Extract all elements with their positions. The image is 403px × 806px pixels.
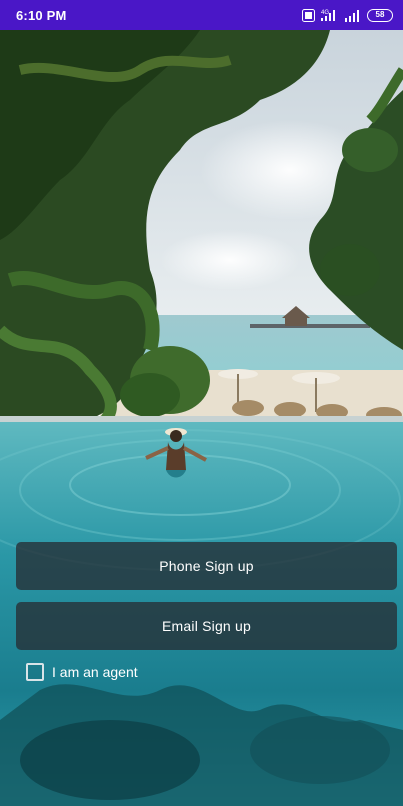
svg-text:4G: 4G: [321, 10, 329, 16]
phone-screen: 6:10 PM 4G 58 Phone Sign up Email Sign u…: [0, 0, 403, 806]
background-photo: [0, 30, 403, 806]
status-time: 6:10 PM: [16, 7, 67, 23]
email-signup-button[interactable]: Email Sign up: [16, 602, 397, 650]
status-bar: 6:10 PM 4G 58: [0, 0, 403, 30]
agent-option[interactable]: I am an agent: [26, 663, 138, 681]
agent-label: I am an agent: [52, 664, 138, 680]
status-icons: 4G 58: [302, 8, 393, 22]
signal-icon: [345, 9, 361, 22]
signal-4g-icon: 4G: [321, 8, 339, 22]
battery-icon: 58: [367, 8, 393, 22]
phone-signup-button[interactable]: Phone Sign up: [16, 542, 397, 590]
agent-checkbox[interactable]: [26, 663, 44, 681]
hd-icon: [302, 8, 315, 22]
resort-pool-image: [0, 30, 403, 806]
